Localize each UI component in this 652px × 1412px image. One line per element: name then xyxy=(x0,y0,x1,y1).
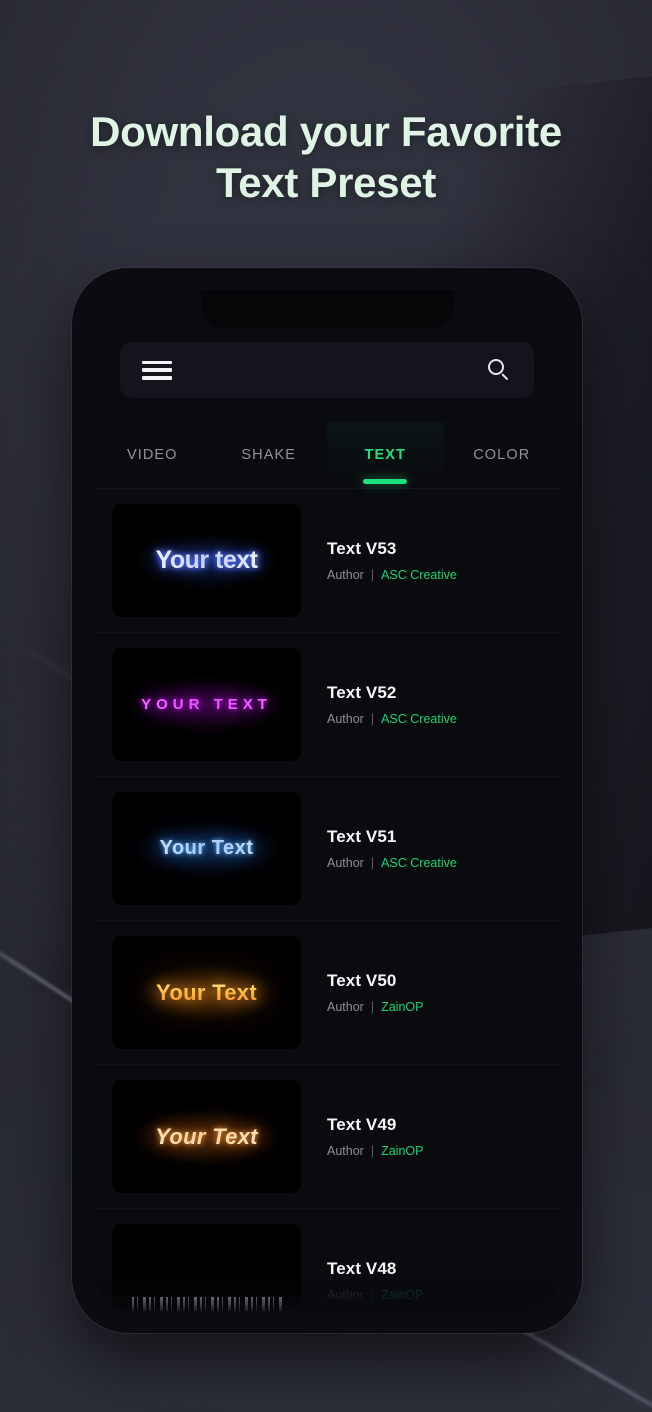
tab-color-label: COLOR xyxy=(473,447,531,463)
preset-title: Text V51 xyxy=(327,827,397,846)
preset-thumbnail: Your text xyxy=(112,504,301,617)
preset-creator[interactable]: ZainOP xyxy=(381,1144,423,1158)
preset-thumbnail: YOUR TEXT xyxy=(112,648,301,761)
author-label: Author xyxy=(327,568,364,582)
preset-author-row: Author | ZainOP xyxy=(327,1144,423,1158)
app-search-bar[interactable] xyxy=(120,342,534,398)
author-separator: | xyxy=(370,1288,375,1302)
author-label: Author xyxy=(327,1288,364,1302)
preset-creator[interactable]: ZainOP xyxy=(381,1000,423,1014)
list-item[interactable]: Your text Text V53 Author | ASC Creative xyxy=(94,489,560,633)
author-label: Author xyxy=(327,856,364,870)
hamburger-menu-icon[interactable] xyxy=(142,360,172,380)
preset-meta: Text V53 Author | ASC Creative xyxy=(301,539,457,582)
preset-author-row: Author | ASC Creative xyxy=(327,856,457,870)
preset-thumbnail: Your Text xyxy=(112,1080,301,1193)
author-separator: | xyxy=(370,856,375,870)
tab-text-label: TEXT xyxy=(364,447,406,463)
tab-video-label: VIDEO xyxy=(126,447,178,463)
list-item[interactable]: Your Text Text V49 Author | ZainOP xyxy=(94,1065,560,1209)
preset-thumbnail xyxy=(112,1224,301,1311)
preset-creator[interactable]: ZainOP xyxy=(381,1288,423,1302)
page-title: Download your Favorite Text Preset xyxy=(0,106,652,208)
preset-preview-text: Your text xyxy=(155,545,259,574)
tab-video-underline xyxy=(130,479,174,484)
tab-text-underline xyxy=(363,479,408,484)
tab-video[interactable]: VIDEO xyxy=(94,422,211,488)
tab-shake[interactable]: SHAKE xyxy=(211,422,328,488)
author-separator: | xyxy=(370,712,375,726)
phone-screen: VIDEO SHAKE TEXT COLOR Your text Text V5… xyxy=(94,290,560,1311)
preset-meta: Text V50 Author | ZainOP xyxy=(301,971,423,1014)
author-separator: | xyxy=(370,568,375,582)
tab-color-underline xyxy=(480,479,524,484)
preset-creator[interactable]: ASC Creative xyxy=(381,568,457,582)
author-label: Author xyxy=(327,1144,364,1158)
preset-title: Text V49 xyxy=(327,1115,397,1134)
category-tabs[interactable]: VIDEO SHAKE TEXT COLOR xyxy=(94,422,560,488)
preset-creator[interactable]: ASC Creative xyxy=(381,856,457,870)
author-separator: | xyxy=(370,1000,375,1014)
preset-meta: Text V48 Author | ZainOP xyxy=(301,1259,423,1302)
phone-mockup: VIDEO SHAKE TEXT COLOR Your text Text V5… xyxy=(72,268,582,1333)
tab-text[interactable]: TEXT xyxy=(327,422,444,488)
preset-preview-text: Your Text xyxy=(159,837,254,859)
list-item[interactable]: Text V48 Author | ZainOP xyxy=(94,1209,560,1311)
page-title-line-1: Download your Favorite xyxy=(90,108,562,155)
preset-creator[interactable]: ASC Creative xyxy=(381,712,457,726)
tab-color[interactable]: COLOR xyxy=(444,422,561,488)
preset-title: Text V53 xyxy=(327,539,397,558)
search-icon[interactable] xyxy=(486,357,512,383)
preset-thumbnail: Your Text xyxy=(112,792,301,905)
preset-preview-text: YOUR TEXT xyxy=(141,696,272,713)
preset-meta: Text V52 Author | ASC Creative xyxy=(301,683,457,726)
preset-author-row: Author | ZainOP xyxy=(327,1288,423,1302)
tab-shake-label: SHAKE xyxy=(241,447,297,463)
preset-preview-text: Your Text xyxy=(155,1123,258,1149)
preset-meta: Text V51 Author | ASC Creative xyxy=(301,827,457,870)
tab-shake-underline xyxy=(247,479,291,484)
preset-thumbnail: Your Text xyxy=(112,936,301,1049)
preset-author-row: Author | ASC Creative xyxy=(327,712,457,726)
author-separator: | xyxy=(370,1144,375,1158)
barcode-graphic xyxy=(131,1297,282,1311)
preset-title: Text V48 xyxy=(327,1259,397,1278)
preset-preview-text: Your Text xyxy=(156,979,257,1005)
author-label: Author xyxy=(327,712,364,726)
preset-author-row: Author | ASC Creative xyxy=(327,568,457,582)
preset-list[interactable]: Your text Text V53 Author | ASC Creative… xyxy=(94,489,560,1311)
page-title-line-2: Text Preset xyxy=(215,159,437,207)
phone-notch xyxy=(201,290,453,328)
preset-author-row: Author | ZainOP xyxy=(327,1000,423,1014)
author-label: Author xyxy=(327,1000,364,1014)
preset-meta: Text V49 Author | ZainOP xyxy=(301,1115,423,1158)
preset-title: Text V52 xyxy=(327,683,397,702)
list-item[interactable]: Your Text Text V50 Author | ZainOP xyxy=(94,921,560,1065)
preset-title: Text V50 xyxy=(327,971,397,990)
list-item[interactable]: Your Text Text V51 Author | ASC Creative xyxy=(94,777,560,921)
list-item[interactable]: YOUR TEXT Text V52 Author | ASC Creative xyxy=(94,633,560,777)
